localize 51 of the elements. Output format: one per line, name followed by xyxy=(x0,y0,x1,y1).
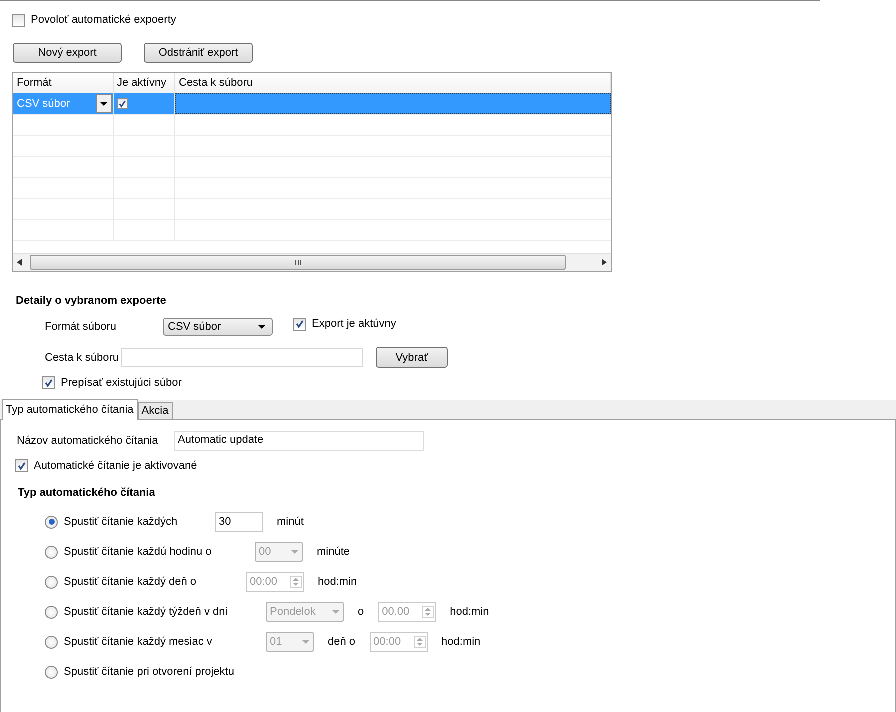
unit-label: hod:min xyxy=(318,576,358,588)
checkbox[interactable] xyxy=(42,376,55,389)
remove-export-button[interactable]: Odstrániť export xyxy=(144,43,253,63)
browse-button[interactable]: Vybrať xyxy=(376,347,448,368)
radio-label: Spustiť čítanie pri otvorení projektu xyxy=(64,666,234,678)
field-label: Cesta k súboru xyxy=(45,352,119,364)
format-dropdown[interactable]: CSV súbor xyxy=(163,318,273,336)
radio-label: Spustiť čítanie každú hodinu o xyxy=(64,546,213,558)
radio-button[interactable] xyxy=(45,636,58,648)
horizontal-scrollbar[interactable] xyxy=(13,253,611,271)
radio-label: Spustiť čítanie každý mesiac v xyxy=(64,636,214,648)
field-label: Formát súboru xyxy=(45,321,118,333)
radio-button[interactable] xyxy=(45,666,58,678)
grip-icon xyxy=(294,259,302,266)
checkbox-label: Automatické čítanie je aktivované xyxy=(34,460,198,472)
checkbox-label: Prepísať existujúci súbor xyxy=(61,376,182,388)
caret-icon xyxy=(332,610,340,614)
unit-label: deň o xyxy=(328,636,356,648)
table-cell: CSV súbor xyxy=(17,98,70,110)
radio-button[interactable] xyxy=(45,546,58,558)
checkbox[interactable] xyxy=(117,98,128,109)
new-export-button[interactable]: Nový export xyxy=(13,43,122,63)
section-title: Typ automatického čítania xyxy=(18,487,156,499)
checkbox-label: Export je aktúvny xyxy=(312,318,396,330)
radio-label: Spustiť čítanie každých xyxy=(64,516,179,528)
unit-label: hod:min xyxy=(442,636,481,648)
caret-icon xyxy=(302,640,310,644)
radio-label: Spustiť čítanie každý týždeň v dni xyxy=(64,606,229,618)
name-field[interactable]: Automatic update xyxy=(174,431,424,451)
tab[interactable]: Typ automatického čítania xyxy=(2,399,138,420)
unit-label: hod:min xyxy=(450,606,490,618)
radio-label: Spustiť čítanie každý deň o xyxy=(64,576,198,588)
unit-label: minúte xyxy=(317,546,350,558)
caret-icon xyxy=(258,325,266,329)
radio-button[interactable] xyxy=(45,606,58,618)
checkbox[interactable] xyxy=(12,14,25,26)
checkbox[interactable] xyxy=(15,459,28,472)
tab[interactable]: Akcia xyxy=(138,402,173,419)
number-field[interactable]: 30 xyxy=(215,512,263,532)
section-title: Detaily o vybranom expoerte xyxy=(16,295,168,307)
radio-button[interactable] xyxy=(45,576,58,588)
radio-button[interactable] xyxy=(45,516,58,528)
scroll-left-icon[interactable] xyxy=(17,259,22,266)
caret-icon xyxy=(291,550,299,554)
path-field[interactable] xyxy=(120,348,363,367)
unit-label: o xyxy=(358,606,364,618)
checkbox[interactable] xyxy=(293,318,306,330)
field-label: Názov automatického čítania xyxy=(17,435,160,447)
unit-label: minút xyxy=(277,516,304,528)
scroll-right-icon[interactable] xyxy=(602,259,607,266)
checkbox-label: Povoloť automatické expoerty xyxy=(31,14,176,26)
